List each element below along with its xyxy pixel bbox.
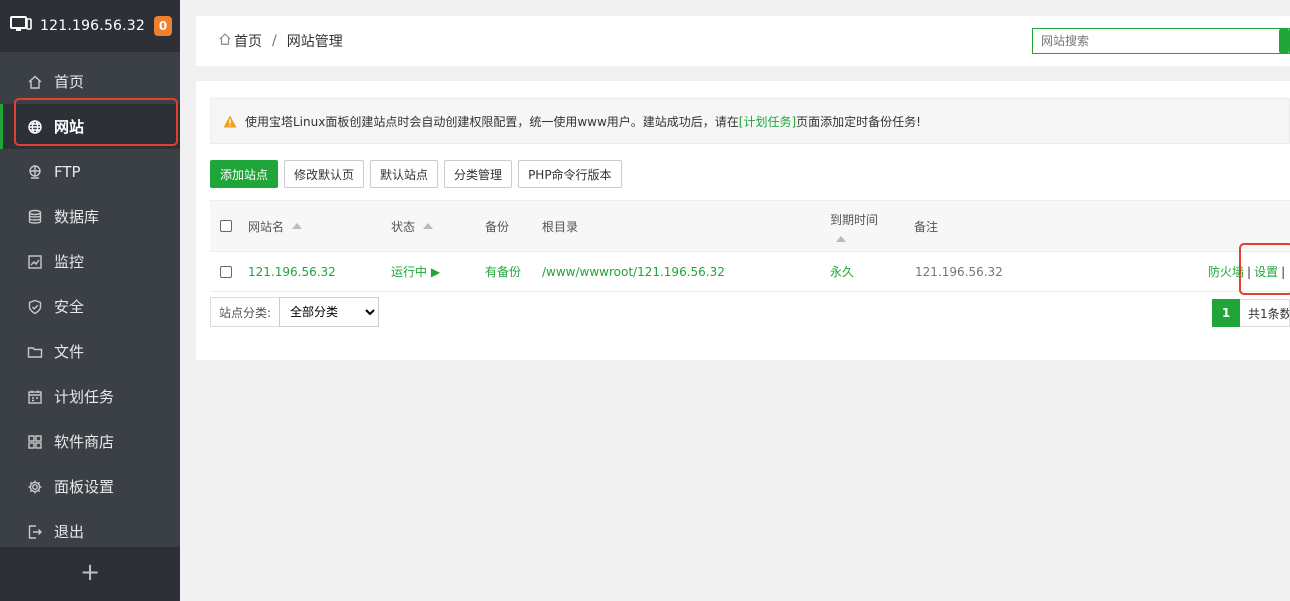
site-root-link[interactable]: /www/wwwroot/121.196.56.32 bbox=[542, 252, 725, 291]
sidebar-item-website[interactable]: 网站 bbox=[0, 104, 180, 149]
add-site-button[interactable]: 添加站点 bbox=[210, 160, 279, 188]
sidebar-item-label: 网站 bbox=[54, 118, 85, 136]
col-expiry[interactable]: 到期时间 bbox=[830, 211, 878, 228]
sidebar-item-label: 监控 bbox=[54, 253, 85, 271]
op-separator: | bbox=[1247, 264, 1252, 279]
server-header: 121.196.56.32 0 bbox=[0, 0, 180, 52]
gear-icon bbox=[26, 478, 44, 496]
site-backup[interactable]: 有备份 bbox=[485, 252, 521, 291]
sidebar-item-security[interactable]: 安全 bbox=[0, 284, 180, 329]
row-operations: 防火墙 | 设置 | bbox=[1208, 252, 1288, 291]
sidebar-item-label: 面板设置 bbox=[54, 478, 115, 496]
sidebar-item-cron[interactable]: 计划任务 bbox=[0, 374, 180, 419]
site-remark[interactable]: 121.196.56.32 bbox=[915, 252, 1003, 291]
sidebar-item-label: 退出 bbox=[54, 523, 85, 541]
col-name[interactable]: 网站名 bbox=[248, 218, 284, 235]
sort-arrow-icon[interactable] bbox=[292, 223, 303, 229]
edit-default-page-button[interactable]: 修改默认页 bbox=[284, 160, 365, 188]
category-filter: 站点分类: 全部分类 bbox=[210, 297, 380, 327]
breadcrumb: 首页 / 网站管理 bbox=[218, 31, 343, 51]
category-label: 站点分类: bbox=[210, 297, 280, 327]
sidebar-item-database[interactable]: 数据库 bbox=[0, 194, 180, 239]
site-expiry[interactable]: 永久 bbox=[830, 252, 854, 291]
table-row: 121.196.56.32 运行中 ▶ 有备份 /www/wwwroot/121… bbox=[210, 252, 1290, 292]
globe-icon bbox=[26, 118, 44, 136]
warning-icon bbox=[223, 115, 237, 127]
site-status[interactable]: 运行中 ▶ bbox=[391, 252, 440, 291]
sidebar-item-monitor[interactable]: 监控 bbox=[0, 239, 180, 284]
sort-arrow-icon[interactable] bbox=[836, 235, 846, 242]
sidebar: 121.196.56.32 0 首页 网站 FTP 数据库 监控 安全 文件 计… bbox=[0, 0, 180, 601]
monitor-chart-icon bbox=[26, 253, 44, 271]
notification-badge[interactable]: 0 bbox=[154, 16, 172, 36]
breadcrumb-home[interactable]: 首页 bbox=[234, 31, 262, 51]
sidebar-item-label: 计划任务 bbox=[54, 388, 115, 406]
calendar-icon bbox=[26, 388, 44, 406]
sidebar-item-files[interactable]: 文件 bbox=[0, 329, 180, 374]
sort-arrow-icon[interactable] bbox=[423, 223, 434, 229]
sidebar-item-home[interactable]: 首页 bbox=[0, 59, 180, 104]
table-header: 网站名 状态 备份 根目录 到期时间 备注 bbox=[210, 200, 1290, 252]
sidebar-item-label: 首页 bbox=[54, 73, 85, 91]
col-status[interactable]: 状态 bbox=[391, 218, 415, 235]
sidebar-item-label: 软件商店 bbox=[54, 433, 115, 451]
notice-text-end: 页面添加定时备份任务! bbox=[796, 114, 921, 129]
apps-grid-icon bbox=[26, 433, 44, 451]
notice-text: 使用宝塔Linux面板创建站点时会自动创建权限配置，统一使用www用户。建站成功… bbox=[245, 114, 739, 129]
add-server-button[interactable]: + bbox=[0, 547, 180, 601]
breadcrumb-current: 网站管理 bbox=[286, 34, 343, 50]
main-panel: 使用宝塔Linux面板创建站点时会自动创建权限配置，统一使用www用户。建站成功… bbox=[196, 81, 1290, 360]
col-root: 根目录 bbox=[542, 219, 579, 234]
sidebar-item-label: 数据库 bbox=[54, 208, 100, 226]
logout-icon bbox=[26, 523, 44, 541]
shield-icon bbox=[26, 298, 44, 316]
toolbar: 添加站点 修改默认页 默认站点 分类管理 PHP命令行版本 bbox=[210, 160, 622, 188]
breadcrumb-separator: / bbox=[272, 33, 277, 49]
col-backup: 备份 bbox=[485, 219, 510, 234]
select-all-checkbox[interactable] bbox=[220, 220, 232, 232]
col-remark: 备注 bbox=[914, 219, 939, 234]
header-bar: 首页 / 网站管理 bbox=[196, 16, 1290, 66]
page-current[interactable]: 1 bbox=[1212, 299, 1240, 327]
sidebar-item-panel-settings[interactable]: 面板设置 bbox=[0, 464, 180, 509]
settings-link[interactable]: 设置 bbox=[1254, 263, 1278, 280]
notice-bar: 使用宝塔Linux面板创建站点时会自动创建权限配置，统一使用www用户。建站成功… bbox=[210, 98, 1290, 144]
row-checkbox[interactable] bbox=[220, 265, 232, 278]
sites-table: 网站名 状态 备份 根目录 到期时间 备注 121.196.56.32 运行中 … bbox=[210, 200, 1290, 292]
op-separator: | bbox=[1281, 264, 1286, 279]
sidebar-item-label: 文件 bbox=[54, 343, 85, 361]
sidebar-item-label: 安全 bbox=[54, 298, 85, 316]
folder-icon bbox=[26, 343, 44, 361]
search-input[interactable] bbox=[1033, 29, 1279, 53]
total-count: 共1条数据 bbox=[1240, 299, 1290, 327]
cron-link[interactable]: [计划任务] bbox=[739, 113, 796, 130]
site-search bbox=[1032, 28, 1290, 54]
server-ip: 121.196.56.32 bbox=[40, 18, 146, 34]
home-icon bbox=[218, 32, 232, 50]
sidebar-item-app-store[interactable]: 软件商店 bbox=[0, 419, 180, 464]
ftp-icon bbox=[26, 163, 44, 181]
home-icon bbox=[26, 73, 44, 91]
sidebar-item-ftp[interactable]: FTP bbox=[0, 149, 180, 194]
monitor-icon bbox=[10, 15, 32, 37]
category-select[interactable]: 全部分类 bbox=[279, 297, 380, 327]
firewall-link[interactable]: 防火墙 bbox=[1208, 263, 1244, 280]
sidebar-item-label: FTP bbox=[54, 162, 81, 181]
site-name-link[interactable]: 121.196.56.32 bbox=[248, 252, 336, 291]
search-button[interactable] bbox=[1279, 29, 1289, 53]
pagination: 1 共1条数据 bbox=[1212, 299, 1290, 327]
table-footer: 站点分类: 全部分类 1 共1条数据 bbox=[210, 297, 1290, 327]
category-manage-button[interactable]: 分类管理 bbox=[444, 160, 513, 188]
database-icon bbox=[26, 208, 44, 226]
default-site-button[interactable]: 默认站点 bbox=[370, 160, 439, 188]
php-cli-version-button[interactable]: PHP命令行版本 bbox=[518, 160, 622, 188]
